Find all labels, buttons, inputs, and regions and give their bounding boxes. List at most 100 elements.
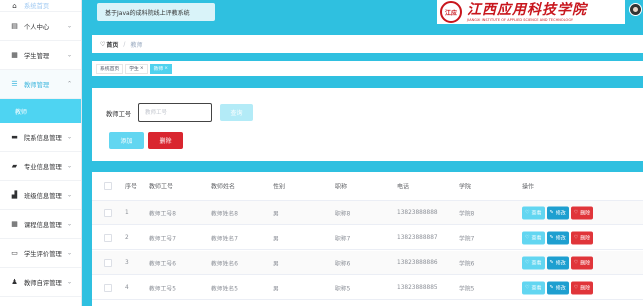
column-header: 职称 bbox=[335, 183, 348, 191]
row-checkbox[interactable] bbox=[104, 283, 112, 292]
delete-button[interactable]: ♡ 删除 bbox=[570, 281, 594, 294]
row-actions: ♡ 查看 ✎ 修改 ♡ 删除 bbox=[522, 256, 595, 269]
column-header: 操作 bbox=[522, 183, 535, 191]
table-row: 4 教师工号5 教师姓名5 男 职称5 13823888885 学院5 ♡ 查看 … bbox=[92, 276, 643, 300]
avatar[interactable] bbox=[629, 3, 642, 16]
row-title: 职称7 bbox=[335, 236, 351, 242]
chevron-down-icon: ⌄ bbox=[66, 249, 72, 257]
delete-button[interactable]: ♡ 删除 bbox=[570, 206, 594, 219]
tag-label: 系统首页 bbox=[100, 67, 120, 72]
edit-button[interactable]: ✎ 修改 bbox=[546, 281, 569, 294]
sidebar-item-personal-center[interactable]: ▤ 个人中心 ⌄ bbox=[0, 12, 81, 41]
view-button[interactable]: ♡ 查看 bbox=[522, 231, 545, 244]
edit-label: 修改 bbox=[555, 235, 566, 241]
system-title: 基于Java的成科院线上评教系统 bbox=[97, 3, 215, 21]
tag-student[interactable]: 学生 × bbox=[125, 63, 148, 74]
batch-delete-button[interactable]: 删除 bbox=[148, 132, 183, 149]
row-actions: ♡ 查看 ✎ 修改 ♡ 删除 bbox=[522, 231, 595, 244]
delete-label: 删除 bbox=[580, 285, 591, 291]
chevron-down-icon: ⌄ bbox=[66, 133, 72, 141]
row-teacher-name: 教师姓名5 bbox=[211, 286, 238, 292]
sidebar-item-label: 专业信息管理 bbox=[24, 163, 62, 171]
column-header: 教师工号 bbox=[149, 183, 174, 191]
message-icon: ▬ bbox=[11, 133, 18, 141]
tag-teacher[interactable]: 教师 × bbox=[149, 63, 172, 74]
tag-home[interactable]: 系统首页 bbox=[96, 63, 124, 74]
teacher-no-input[interactable] bbox=[138, 103, 212, 122]
view-label: 查看 bbox=[531, 285, 542, 291]
sidebar-item-teachers[interactable]: ☰ 教师管理 ⌃ bbox=[0, 70, 81, 99]
person-icon: ♟ bbox=[11, 278, 18, 286]
chevron-down-icon: ⌄ bbox=[66, 220, 72, 228]
sidebar-item-student-evaluation[interactable]: ▭ 学生评价管理 ⌄ bbox=[0, 239, 81, 268]
sidebar-item-course[interactable]: ▦ 课程信息管理 ⌄ bbox=[0, 210, 81, 239]
sidebar-item-label: 院系信息管理 bbox=[24, 134, 62, 142]
view-button[interactable]: ♡ 查看 bbox=[522, 206, 545, 219]
edit-icon: ✎ bbox=[549, 259, 554, 266]
row-phone: 13823888888 bbox=[397, 209, 438, 216]
row-college: 学院6 bbox=[459, 261, 475, 267]
delete-button[interactable]: ♡ 删除 bbox=[570, 256, 594, 269]
sidebar-item-label: 教师自评管理 bbox=[24, 279, 62, 287]
row-seq: 2 bbox=[125, 234, 129, 241]
row-checkbox[interactable] bbox=[104, 258, 112, 267]
delete-button[interactable]: ♡ 删除 bbox=[570, 231, 594, 244]
row-phone: 13823888886 bbox=[397, 259, 438, 266]
school-name-en: JIANGXI INSTITUTE OF APPLIED SCIENCE AND… bbox=[467, 17, 574, 22]
edit-label: 修改 bbox=[555, 285, 566, 291]
sidebar: ⌂ 系统首页 ▤ 个人中心 ⌄ ▦ 学生管理 ⌄ ☰ 教师管理 ⌃ 教师 ▬ 院… bbox=[0, 0, 82, 306]
sidebar-subitem-teacher[interactable]: 教师 bbox=[0, 99, 81, 123]
sidebar-item-teacher-self-evaluation[interactable]: ♟ 教师自评管理 ⌄ bbox=[0, 268, 81, 297]
search-label: 教师工号 bbox=[106, 111, 132, 118]
row-sex: 男 bbox=[273, 261, 279, 267]
sidebar-subitem-label: 教师 bbox=[15, 108, 28, 116]
search-panel: 教师工号 查询 添加 删除 bbox=[92, 88, 643, 161]
view-button[interactable]: ♡ 查看 bbox=[522, 256, 545, 269]
column-header: 性别 bbox=[273, 183, 286, 191]
close-icon[interactable]: × bbox=[164, 66, 168, 71]
row-checkbox[interactable] bbox=[104, 233, 112, 242]
sidebar-item-label: 学生评价管理 bbox=[24, 250, 62, 258]
sidebar-item-major[interactable]: ▰ 专业信息管理 ⌄ bbox=[0, 152, 81, 181]
table-header: 序号 教师工号 教师姓名 性别 职称 电话 学院 操作 bbox=[92, 172, 643, 201]
view-button[interactable]: ♡ 查看 bbox=[522, 281, 545, 294]
edit-button[interactable]: ✎ 修改 bbox=[546, 231, 569, 244]
view-label: 查看 bbox=[531, 210, 542, 216]
edit-button[interactable]: ✎ 修改 bbox=[546, 206, 569, 219]
view-label: 查看 bbox=[531, 235, 542, 241]
sidebar-item-label: 班级信息管理 bbox=[24, 192, 62, 200]
row-actions: ♡ 查看 ✎ 修改 ♡ 删除 bbox=[522, 206, 595, 219]
school-logo: 江应 江西应用科技学院 JIANGXI INSTITUTE OF APPLIED… bbox=[437, 0, 625, 24]
user-card-icon: ▤ bbox=[11, 22, 18, 30]
row-teacher-no: 教师工号5 bbox=[149, 286, 176, 292]
row-college: 学院8 bbox=[459, 211, 475, 217]
tag-label: 学生 bbox=[129, 67, 139, 72]
query-button[interactable]: 查询 bbox=[220, 104, 253, 121]
row-seq: 4 bbox=[125, 284, 129, 291]
column-header: 学院 bbox=[459, 183, 472, 191]
sidebar-item-students[interactable]: ▦ 学生管理 ⌄ bbox=[0, 41, 81, 70]
select-all-checkbox[interactable] bbox=[104, 182, 112, 190]
delete-label: 删除 bbox=[580, 235, 591, 241]
view-label: 查看 bbox=[531, 260, 542, 266]
breadcrumb-home[interactable]: 首页 bbox=[106, 40, 118, 49]
column-header: 电话 bbox=[397, 183, 410, 191]
sidebar-item-home[interactable]: ⌂ 系统首页 bbox=[0, 0, 81, 12]
table-row: 2 教师工号7 教师姓名7 男 职称7 13823888887 学院7 ♡ 查看 … bbox=[92, 226, 643, 250]
chevron-down-icon: ⌄ bbox=[66, 51, 72, 59]
add-button[interactable]: 添加 bbox=[109, 132, 144, 149]
sidebar-item-department[interactable]: ▬ 院系信息管理 ⌄ bbox=[0, 123, 81, 152]
row-actions: ♡ 查看 ✎ 修改 ♡ 删除 bbox=[522, 281, 595, 294]
edit-button[interactable]: ✎ 修改 bbox=[546, 256, 569, 269]
school-logo-text: 江西应用科技学院 JIANGXI INSTITUTE OF APPLIED SC… bbox=[467, 3, 587, 22]
row-checkbox[interactable] bbox=[104, 208, 112, 217]
row-title: 职称6 bbox=[335, 261, 351, 267]
sidebar-item-class[interactable]: ▟ 班级信息管理 ⌄ bbox=[0, 181, 81, 210]
close-icon[interactable]: × bbox=[140, 66, 144, 71]
row-title: 职称8 bbox=[335, 211, 351, 217]
row-teacher-name: 教师姓名7 bbox=[211, 236, 238, 242]
row-phone: 13823888885 bbox=[397, 284, 438, 291]
table-row: 3 教师工号6 教师姓名6 男 职称6 13823888886 学院6 ♡ 查看 … bbox=[92, 251, 643, 275]
school-seal-icon: 江应 bbox=[440, 1, 462, 23]
row-teacher-no: 教师工号8 bbox=[149, 211, 176, 217]
